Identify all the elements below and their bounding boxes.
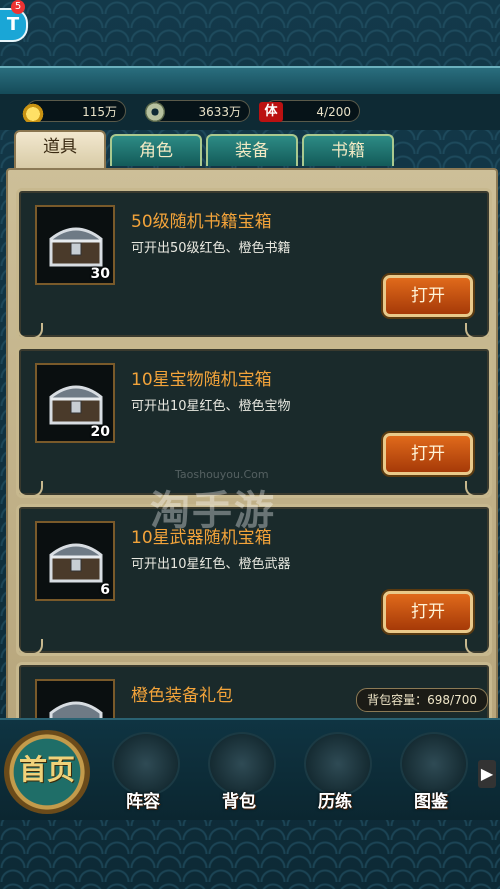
home-label: 首页	[18, 753, 75, 786]
notification-badge: 5	[11, 0, 25, 14]
item-name: 10星宝物随机宝箱	[131, 370, 272, 390]
bottom-nav: 首页 阵容 背包 历练 图鉴 ▶	[0, 718, 500, 820]
nav-bag-label: 背包	[222, 792, 256, 812]
gold-amount: 115万	[82, 105, 117, 119]
item-quantity: 30	[90, 266, 110, 282]
title-banner	[0, 66, 500, 96]
top-bar: T 5	[0, 0, 500, 66]
treasure-chest-icon	[49, 543, 103, 583]
treasure-chest-icon	[49, 227, 103, 267]
item-description: 可开出10星红色、橙色宝物	[131, 399, 291, 414]
inventory-panel: 30 50级随机书籍宝箱 可开出50级红色、橙色书籍 打开 20 10星宝物随机…	[6, 168, 498, 741]
open-button[interactable]: 打开	[383, 275, 473, 317]
tab-characters[interactable]: 角色	[110, 134, 202, 166]
stamina-amount: 4/200	[316, 105, 351, 119]
item-name: 橙色装备礼包	[131, 686, 233, 706]
corner-ornament	[465, 481, 491, 497]
gold-ingot-icon	[21, 102, 45, 122]
nav-atlas[interactable]: 图鉴	[388, 726, 474, 816]
item-quantity: 20	[90, 424, 110, 440]
silver-counter: 3633万	[145, 100, 250, 122]
bag-capacity: 背包容量：698/700	[356, 688, 488, 712]
nav-training-label: 历练	[318, 792, 352, 812]
gold-counter: 115万	[21, 100, 126, 122]
category-tabs: 道具 角色 装备 书籍	[10, 130, 490, 170]
open-button[interactable]: 打开	[383, 591, 473, 633]
tab-books[interactable]: 书籍	[302, 134, 394, 166]
nav-atlas-label: 图鉴	[414, 792, 448, 812]
corner-ornament	[17, 323, 43, 339]
corner-ornament	[17, 639, 43, 655]
resource-bar: 115万 3633万 体 4/200	[0, 94, 500, 130]
open-button[interactable]: 打开	[383, 433, 473, 475]
tab-equipment[interactable]: 装备	[206, 134, 298, 166]
stamina-counter: 体 4/200	[259, 100, 360, 122]
watermark: 淘手游	[150, 488, 276, 534]
corner-ornament	[465, 639, 491, 655]
item-slot[interactable]: 30	[35, 205, 115, 285]
item-slot[interactable]	[35, 679, 115, 741]
item-description: 可开出50级红色、橙色书籍	[131, 241, 291, 256]
item-description: 可开出10星红色、橙色武器	[131, 557, 291, 572]
silver-amount: 3633万	[198, 105, 241, 119]
item-slot[interactable]: 20	[35, 363, 115, 443]
footer-decoration	[0, 820, 500, 889]
coin-icon	[145, 102, 165, 122]
corner-ornament	[465, 323, 491, 339]
tab-items[interactable]: 道具	[14, 130, 106, 168]
nav-lineup-label: 阵容	[126, 792, 160, 812]
nav-training[interactable]: 历练	[292, 726, 378, 816]
chevron-right-icon[interactable]: ▶	[478, 760, 496, 788]
nav-bag[interactable]: 背包	[196, 726, 282, 816]
item-name: 50级随机书籍宝箱	[131, 212, 272, 232]
nav-lineup[interactable]: 阵容	[100, 726, 186, 816]
treasure-chest-icon	[49, 385, 103, 425]
item-slot[interactable]: 6	[35, 521, 115, 601]
item-quantity: 6	[100, 582, 110, 598]
home-button[interactable]: 首页	[4, 730, 90, 814]
corner-ornament	[17, 481, 43, 497]
stamina-icon: 体	[259, 102, 283, 122]
list-item: 30 50级随机书籍宝箱 可开出50级红色、橙色书籍 打开	[16, 188, 492, 340]
